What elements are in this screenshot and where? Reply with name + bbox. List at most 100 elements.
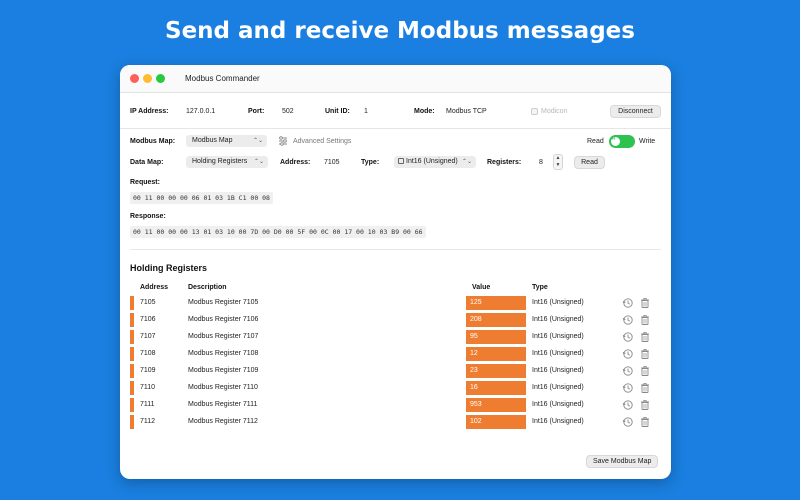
save-modbus-map-button[interactable]: Save Modbus Map — [586, 455, 659, 468]
minimize-window-button[interactable] — [143, 74, 152, 83]
history-icon[interactable] — [622, 399, 634, 411]
history-icon[interactable] — [622, 382, 634, 394]
response-hex: 00 11 00 00 00 13 01 03 10 00 7D 00 D0 0… — [130, 226, 426, 238]
row-type: Int16 (Unsigned) — [532, 418, 584, 425]
row-value[interactable]: 102 — [466, 415, 526, 429]
type-select[interactable]: Int16 (Unsigned) ⌃⌄ — [394, 156, 476, 168]
row-address: 7107 — [140, 333, 156, 340]
history-icon[interactable] — [622, 331, 634, 343]
trash-icon[interactable] — [639, 314, 651, 326]
column-header-address: Address — [140, 284, 169, 291]
data-map-label: Data Map: — [130, 159, 164, 166]
table-row[interactable]: 7105 Modbus Register 7105 125 Int16 (Uns… — [130, 295, 661, 312]
address-value[interactable]: 7105 — [324, 159, 340, 166]
modicon-checkbox[interactable] — [531, 108, 538, 115]
table-row[interactable]: 7111 Modbus Register 7111 953 Int16 (Uns… — [130, 397, 661, 414]
trash-icon[interactable] — [639, 382, 651, 394]
row-address: 7108 — [140, 350, 156, 357]
read-button[interactable]: Read — [574, 156, 605, 169]
ip-address-label: IP Address: — [130, 108, 169, 115]
table-row[interactable]: 7110 Modbus Register 7110 16 Int16 (Unsi… — [130, 380, 661, 397]
row-value[interactable]: 16 — [466, 381, 526, 395]
row-description: Modbus Register 7108 — [188, 350, 259, 357]
modbus-map-value: Modbus Map — [192, 137, 233, 144]
column-header-description: Description — [188, 284, 227, 291]
column-header-value: Value — [472, 284, 491, 291]
row-description: Modbus Register 7105 — [188, 299, 259, 306]
request-hex: 00 11 00 00 00 06 01 03 1B C1 00 08 — [130, 192, 273, 204]
trash-icon[interactable] — [639, 348, 651, 360]
row-marker — [130, 330, 134, 344]
app-window: Modbus Commander IP Address: 127.0.0.1 P… — [120, 65, 671, 479]
read-write-toggle[interactable]: R — [609, 135, 635, 148]
request-label: Request: — [130, 179, 160, 186]
row-value[interactable]: 125 — [466, 296, 526, 310]
data-map-value: Holding Registers — [192, 158, 248, 165]
table-row[interactable]: 7108 Modbus Register 7108 12 Int16 (Unsi… — [130, 346, 661, 363]
chevron-updown-icon: ⌃⌄ — [461, 159, 472, 165]
row-value[interactable]: 208 — [466, 313, 526, 327]
row-type: Int16 (Unsigned) — [532, 401, 584, 408]
headline: Send and receive Modbus messages — [165, 18, 635, 44]
trash-icon[interactable] — [639, 297, 651, 309]
row-type: Int16 (Unsigned) — [532, 333, 584, 340]
row-address: 7106 — [140, 316, 156, 323]
row-marker — [130, 415, 134, 429]
disconnect-button[interactable]: Disconnect — [610, 105, 661, 118]
row-value[interactable]: 12 — [466, 347, 526, 361]
trash-icon[interactable] — [639, 416, 651, 428]
row-marker — [130, 364, 134, 378]
sliders-icon[interactable] — [278, 136, 288, 146]
stepper-down-icon[interactable]: ▼ — [554, 162, 562, 169]
row-type: Int16 (Unsigned) — [532, 367, 584, 374]
row-type: Int16 (Unsigned) — [532, 350, 584, 357]
stepper-up-icon[interactable]: ▲ — [554, 155, 562, 162]
row-marker — [130, 296, 134, 310]
row-value[interactable]: 23 — [466, 364, 526, 378]
table-row[interactable]: 7109 Modbus Register 7109 23 Int16 (Unsi… — [130, 363, 661, 380]
row-address: 7110 — [140, 384, 156, 391]
row-description: Modbus Register 7111 — [188, 401, 258, 408]
chevron-updown-icon: ⌃⌄ — [253, 159, 264, 165]
history-icon[interactable] — [622, 365, 634, 377]
registers-stepper[interactable]: ▲ ▼ — [553, 154, 563, 170]
table-title: Holding Registers — [130, 263, 208, 273]
port-value: 502 — [282, 108, 294, 115]
row-address: 7112 — [140, 418, 156, 425]
table-row[interactable]: 7112 Modbus Register 7112 102 Int16 (Uns… — [130, 414, 661, 431]
close-window-button[interactable] — [130, 74, 139, 83]
table-row[interactable]: 7107 Modbus Register 7107 95 Int16 (Unsi… — [130, 329, 661, 346]
connection-bar: IP Address: 127.0.0.1 Port: 502 Unit ID:… — [120, 93, 671, 129]
row-value[interactable]: 953 — [466, 398, 526, 412]
row-value[interactable]: 95 — [466, 330, 526, 344]
toggle-knob-text: R — [612, 136, 616, 142]
row-description: Modbus Register 7106 — [188, 316, 259, 323]
trash-icon[interactable] — [639, 399, 651, 411]
type-label: Type: — [361, 159, 380, 166]
history-icon[interactable] — [622, 348, 634, 360]
number-type-icon — [398, 158, 404, 164]
history-icon[interactable] — [622, 416, 634, 428]
history-icon[interactable] — [622, 314, 634, 326]
row-address: 7109 — [140, 367, 156, 374]
modicon-label: Modicon — [541, 108, 568, 115]
trash-icon[interactable] — [639, 365, 651, 377]
modbus-map-select[interactable]: Modbus Map ⌃⌄ — [186, 135, 267, 147]
row-address: 7105 — [140, 299, 156, 306]
unit-id-value: 1 — [364, 108, 368, 115]
trash-icon[interactable] — [639, 331, 651, 343]
column-header-type: Type — [532, 284, 548, 291]
zoom-window-button[interactable] — [156, 74, 165, 83]
unit-id-label: Unit ID: — [325, 108, 350, 115]
response-label: Response: — [130, 213, 166, 220]
row-description: Modbus Register 7112 — [188, 418, 258, 425]
chevron-updown-icon: ⌃⌄ — [252, 138, 263, 144]
registers-value[interactable]: 8 — [539, 159, 543, 166]
history-icon[interactable] — [622, 297, 634, 309]
table-row[interactable]: 7106 Modbus Register 7106 208 Int16 (Uns… — [130, 312, 661, 329]
registers-label: Registers: — [487, 159, 522, 166]
row-description: Modbus Register 7107 — [188, 333, 259, 340]
advanced-settings-link[interactable]: Advanced Settings — [293, 138, 351, 145]
data-map-select[interactable]: Holding Registers ⌃⌄ — [186, 156, 268, 168]
row-description: Modbus Register 7110 — [188, 384, 258, 391]
